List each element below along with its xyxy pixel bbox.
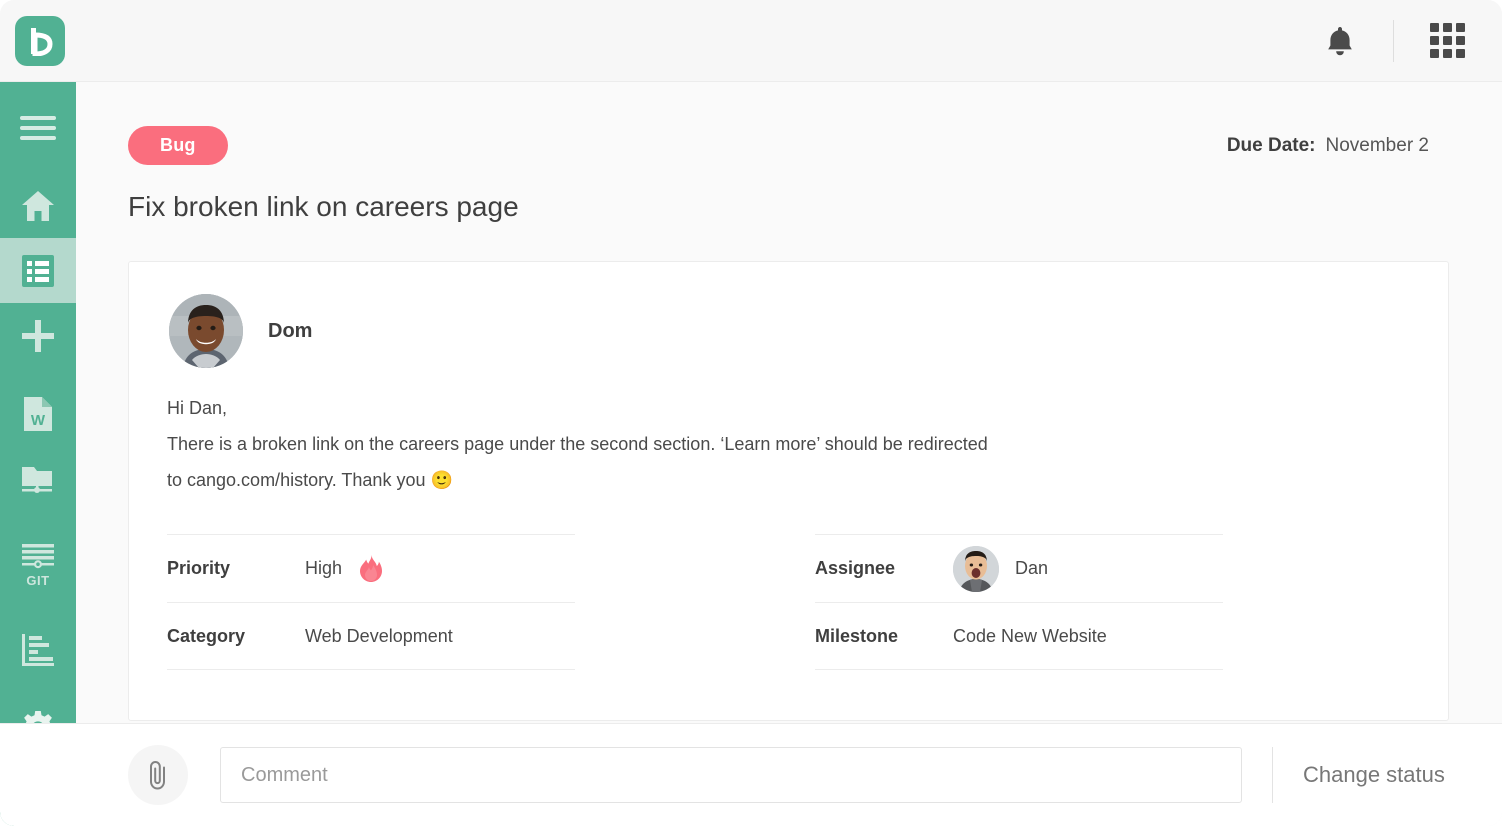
sidebar-item-add[interactable] — [0, 303, 76, 368]
flame-icon — [360, 555, 382, 582]
hamburger-menu-icon — [20, 115, 56, 141]
due-date-value[interactable]: November 2 — [1326, 135, 1430, 157]
avatar[interactable] — [169, 294, 243, 368]
assignee-name: Dan — [1015, 558, 1048, 579]
sidebar: W GIT — [0, 82, 76, 826]
page-title: Fix broken link on careers page — [76, 165, 1502, 223]
sidebar-item-git-label: GIT — [26, 573, 49, 588]
top-bar-actions — [1309, 0, 1502, 81]
sidebar-item-git[interactable]: GIT — [0, 528, 76, 604]
sidebar-item-home[interactable] — [0, 173, 76, 238]
paperclip-icon — [145, 760, 171, 790]
field-category-value: Web Development — [305, 626, 453, 647]
top-bar — [0, 0, 1502, 82]
sidebar-item-tasks[interactable] — [0, 238, 76, 303]
folder-network-icon — [21, 464, 55, 494]
comment-author: Dom — [129, 262, 1448, 368]
task-fields-right: Assignee — [815, 534, 1223, 670]
sidebar-item-menu[interactable] — [0, 95, 76, 160]
git-icon — [21, 544, 55, 570]
sidebar-item-reports[interactable] — [0, 617, 76, 682]
field-priority-label: Priority — [167, 558, 305, 579]
home-icon — [21, 190, 55, 222]
sidebar-item-files[interactable] — [0, 446, 76, 511]
due-date: Due Date: November 2 — [1227, 135, 1429, 157]
word-document-icon: W — [24, 397, 52, 431]
priority-text: High — [305, 558, 342, 579]
field-category[interactable]: Category Web Development — [167, 602, 575, 670]
comment-line-3: to cango.com/history. Thank you 🙂 — [167, 462, 1109, 498]
due-date-label: Due Date: — [1227, 135, 1316, 157]
grid-apps-icon — [1430, 23, 1465, 58]
logo-b-glyph — [27, 26, 53, 56]
bell-icon — [1326, 25, 1354, 57]
comment-line-1: Hi Dan, — [167, 390, 1109, 426]
status-badge[interactable]: Bug — [128, 126, 228, 165]
assignee-avatar[interactable] — [953, 546, 999, 592]
attach-button[interactable] — [128, 745, 188, 805]
field-priority-value: High — [305, 555, 382, 582]
comment-bar-divider — [1272, 747, 1273, 803]
notifications-button[interactable] — [1309, 0, 1371, 82]
change-status-button[interactable]: Change status — [1303, 762, 1445, 788]
comment-bar: Change status — [0, 723, 1502, 826]
field-milestone-label: Milestone — [815, 626, 953, 647]
field-priority[interactable]: Priority High — [167, 534, 575, 602]
plus-icon — [22, 320, 54, 352]
app-window: W GIT — [0, 0, 1502, 826]
list-icon — [22, 255, 54, 287]
task-meta-row: Bug Due Date: November 2 — [76, 82, 1502, 165]
task-detail-card: Dom Hi Dan, There is a broken link on th… — [128, 261, 1449, 721]
field-assignee-label: Assignee — [815, 558, 953, 579]
task-fields-left: Priority High Category Web Development — [167, 534, 575, 670]
comment-line-2: There is a broken link on the careers pa… — [167, 426, 1109, 462]
user-photo-dom — [169, 294, 243, 368]
field-category-label: Category — [167, 626, 305, 647]
task-fields: Priority High Category Web Development — [129, 498, 1448, 670]
apps-button[interactable] — [1416, 0, 1478, 82]
field-assignee[interactable]: Assignee — [815, 534, 1223, 602]
field-milestone[interactable]: Milestone Code New Website — [815, 602, 1223, 670]
top-bar-divider — [1393, 20, 1394, 62]
field-milestone-value: Code New Website — [953, 626, 1107, 647]
comment-author-name: Dom — [268, 320, 312, 343]
app-logo[interactable] — [15, 16, 65, 66]
sidebar-item-documents[interactable]: W — [0, 381, 76, 446]
user-photo-dan — [953, 546, 999, 592]
bar-chart-icon — [22, 634, 54, 666]
comment-input[interactable] — [220, 747, 1242, 803]
svg-text:W: W — [31, 412, 46, 429]
main-content: Bug Due Date: November 2 Fix broken link… — [76, 82, 1502, 723]
field-assignee-value: Dan — [953, 546, 1048, 592]
comment-body: Hi Dan, There is a broken link on the ca… — [129, 368, 1149, 498]
